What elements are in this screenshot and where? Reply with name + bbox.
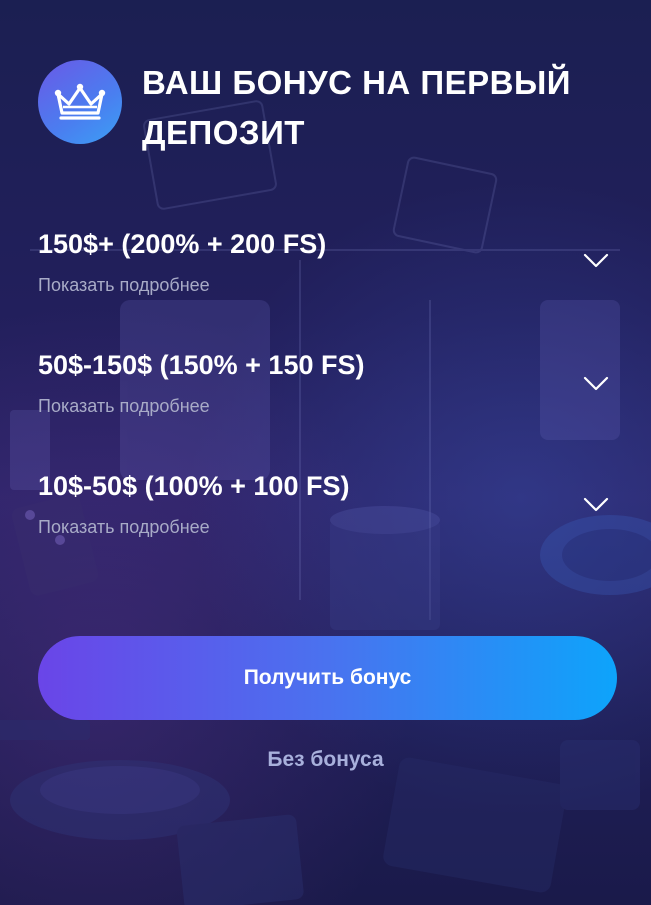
show-details-link[interactable]: Показать подробнее xyxy=(38,274,613,296)
modal-header: ВАШ БОНУС НА ПЕРВЫЙ ДЕПОЗИТ xyxy=(38,58,613,158)
modal-title: ВАШ БОНУС НА ПЕРВЫЙ ДЕПОЗИТ xyxy=(142,64,572,151)
no-bonus-link[interactable]: Без бонуса xyxy=(0,748,651,772)
bonus-option-50-150[interactable]: 50$-150$ (150% + 150 FS) Показать подроб… xyxy=(38,349,613,417)
show-details-link[interactable]: Показать подробнее xyxy=(38,395,613,417)
crown-icon xyxy=(54,83,106,120)
logo-badge xyxy=(38,60,122,144)
bonus-modal: ВАШ БОНУС НА ПЕРВЫЙ ДЕПОЗИТ 150$+ (200% … xyxy=(0,0,651,905)
chevron-down-icon[interactable] xyxy=(583,376,609,392)
modal-content: ВАШ БОНУС НА ПЕРВЫЙ ДЕПОЗИТ 150$+ (200% … xyxy=(0,0,651,905)
bonus-option-title: 50$-150$ (150% + 150 FS) xyxy=(38,350,365,380)
bonus-option-150-plus[interactable]: 150$+ (200% + 200 FS) Показать подробнее xyxy=(38,228,613,296)
chevron-down-icon[interactable] xyxy=(583,253,609,269)
bonus-option-title: 10$-50$ (100% + 100 FS) xyxy=(38,471,350,501)
show-details-link[interactable]: Показать подробнее xyxy=(38,516,613,538)
bonus-option-title: 150$+ (200% + 200 FS) xyxy=(38,229,327,259)
get-bonus-button[interactable]: Получить бонус xyxy=(38,636,617,720)
chevron-down-icon[interactable] xyxy=(583,497,609,513)
bonus-option-10-50[interactable]: 10$-50$ (100% + 100 FS) Показать подробн… xyxy=(38,470,613,538)
